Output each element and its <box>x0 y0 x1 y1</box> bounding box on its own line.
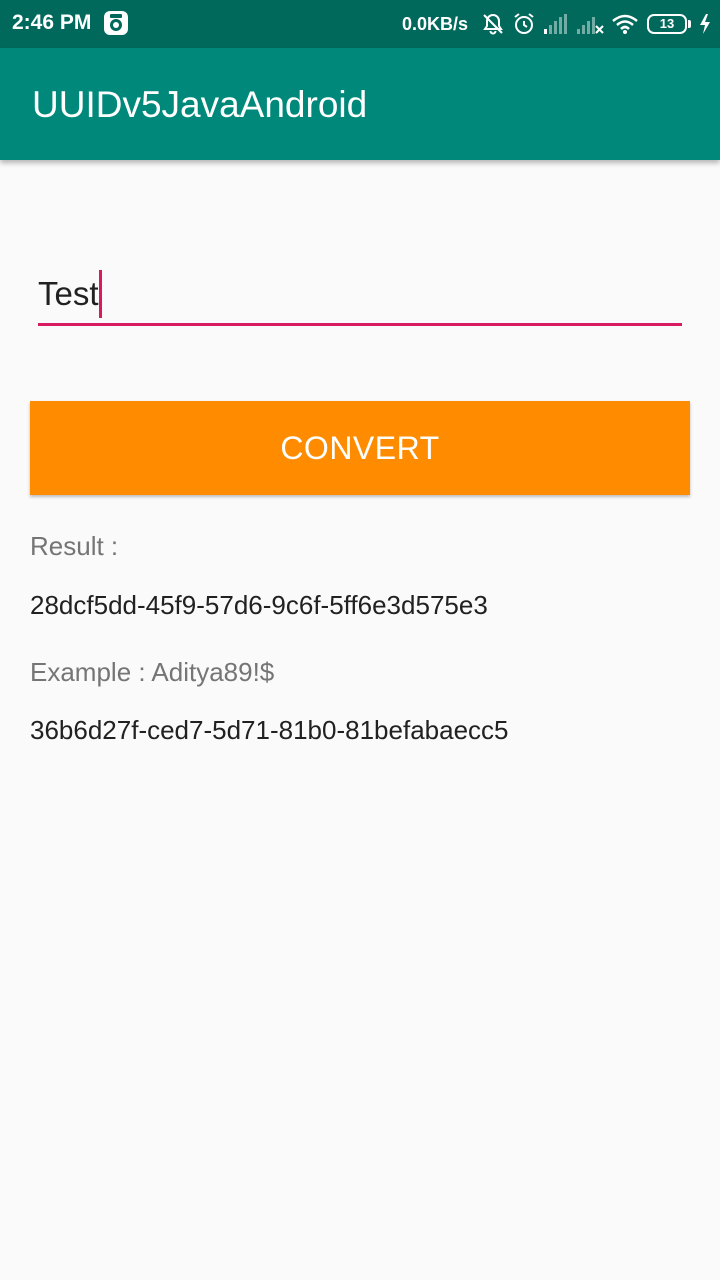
result-label: Result : <box>30 531 119 561</box>
battery-level: 13 <box>659 16 675 31</box>
input-underline <box>38 323 682 326</box>
status-icons: 0.0KB/s 13 <box>402 8 712 40</box>
app-title: UUIDv5JavaAndroid <box>32 84 368 125</box>
status-time: 2:46 PM <box>12 11 92 34</box>
text-cursor <box>98 270 102 318</box>
signal-x-icon <box>577 17 604 34</box>
alarm-icon <box>514 13 534 34</box>
result-value: 28dcf5dd-45f9-57d6-9c6f-5ff6e3d575e3 <box>30 590 488 620</box>
camera-icon <box>104 11 128 35</box>
convert-button[interactable]: CONVERT <box>30 401 690 495</box>
wifi-icon <box>612 14 638 34</box>
battery-icon: 13 <box>647 14 687 34</box>
app-bar: UUIDv5JavaAndroid <box>0 48 720 160</box>
charging-icon <box>700 14 710 34</box>
status-bar: 2:46 PM 0.0KB/s 13 <box>0 0 720 48</box>
network-speed: 0.0KB/s <box>401 13 468 34</box>
example-label: Example : Aditya89!$ <box>30 657 275 687</box>
battery-tip <box>688 20 691 28</box>
mute-icon <box>483 13 503 35</box>
signal-icon <box>544 14 567 34</box>
example-value: 36b6d27f-ced7-5d71-81b0-81befabaecc5 <box>30 715 509 745</box>
text-input[interactable]: Test <box>38 268 682 328</box>
text-input-value[interactable]: Test <box>38 268 99 320</box>
